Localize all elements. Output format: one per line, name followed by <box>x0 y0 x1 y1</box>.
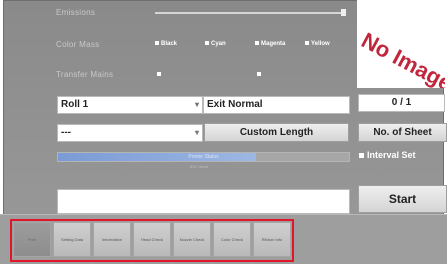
transfer-mains-label: Transfer Mains <box>56 70 114 79</box>
color-option-cyan[interactable]: Cyan <box>205 41 226 47</box>
color-mass-label: Color Mass <box>56 40 100 49</box>
image-preview: No Image <box>357 0 445 88</box>
interval-set-label: Interval Set <box>367 150 416 160</box>
tab-bar-highlight-box <box>10 219 294 262</box>
length-select-value: --- <box>61 127 71 138</box>
transfer-option-on[interactable] <box>257 72 261 76</box>
screenshot-frame: Emissions Color Mass Black Cyan Magenta … <box>0 0 447 268</box>
emissions-label: Emissions <box>56 8 96 17</box>
checkbox-icon <box>255 41 259 46</box>
color-option-black[interactable]: Black <box>155 41 177 47</box>
print-progress-bar: Printer Status <box>57 152 350 162</box>
sheet-counter: 0 / 1 <box>358 94 445 112</box>
message-field <box>57 189 350 214</box>
color-option-magenta[interactable]: Magenta <box>255 41 285 47</box>
interval-set-checkbox[interactable] <box>359 153 364 158</box>
custom-length-button[interactable]: Custom Length <box>204 123 349 142</box>
print-progress-label: Printer Status <box>188 154 219 160</box>
roll-select[interactable]: Roll 1 ▾ <box>57 96 203 114</box>
checkbox-icon <box>155 41 159 46</box>
emissions-slider-handle[interactable] <box>341 9 346 16</box>
roll-select-value: Roll 1 <box>61 99 89 110</box>
exit-mode-field: Exit Normal <box>203 96 350 114</box>
transfer-option-off[interactable] <box>157 72 161 76</box>
sheet-counter-value: 0 / 1 <box>391 97 412 108</box>
no-of-sheet-button[interactable]: No. of Sheet <box>358 123 447 142</box>
exit-mode-value: Exit Normal <box>207 99 263 110</box>
checkbox-icon <box>305 41 309 46</box>
length-select[interactable]: --- ▾ <box>57 124 203 142</box>
color-option-yellow[interactable]: Yellow <box>305 41 330 47</box>
print-progress-subtext: 0% / 0mm <box>190 164 209 169</box>
chevron-down-icon: ▾ <box>194 100 199 109</box>
start-button[interactable]: Start <box>358 185 447 213</box>
no-image-text: No Image <box>357 27 445 88</box>
emissions-slider[interactable] <box>155 12 345 14</box>
checkbox-icon <box>205 41 209 46</box>
chevron-down-icon: ▾ <box>194 128 199 137</box>
